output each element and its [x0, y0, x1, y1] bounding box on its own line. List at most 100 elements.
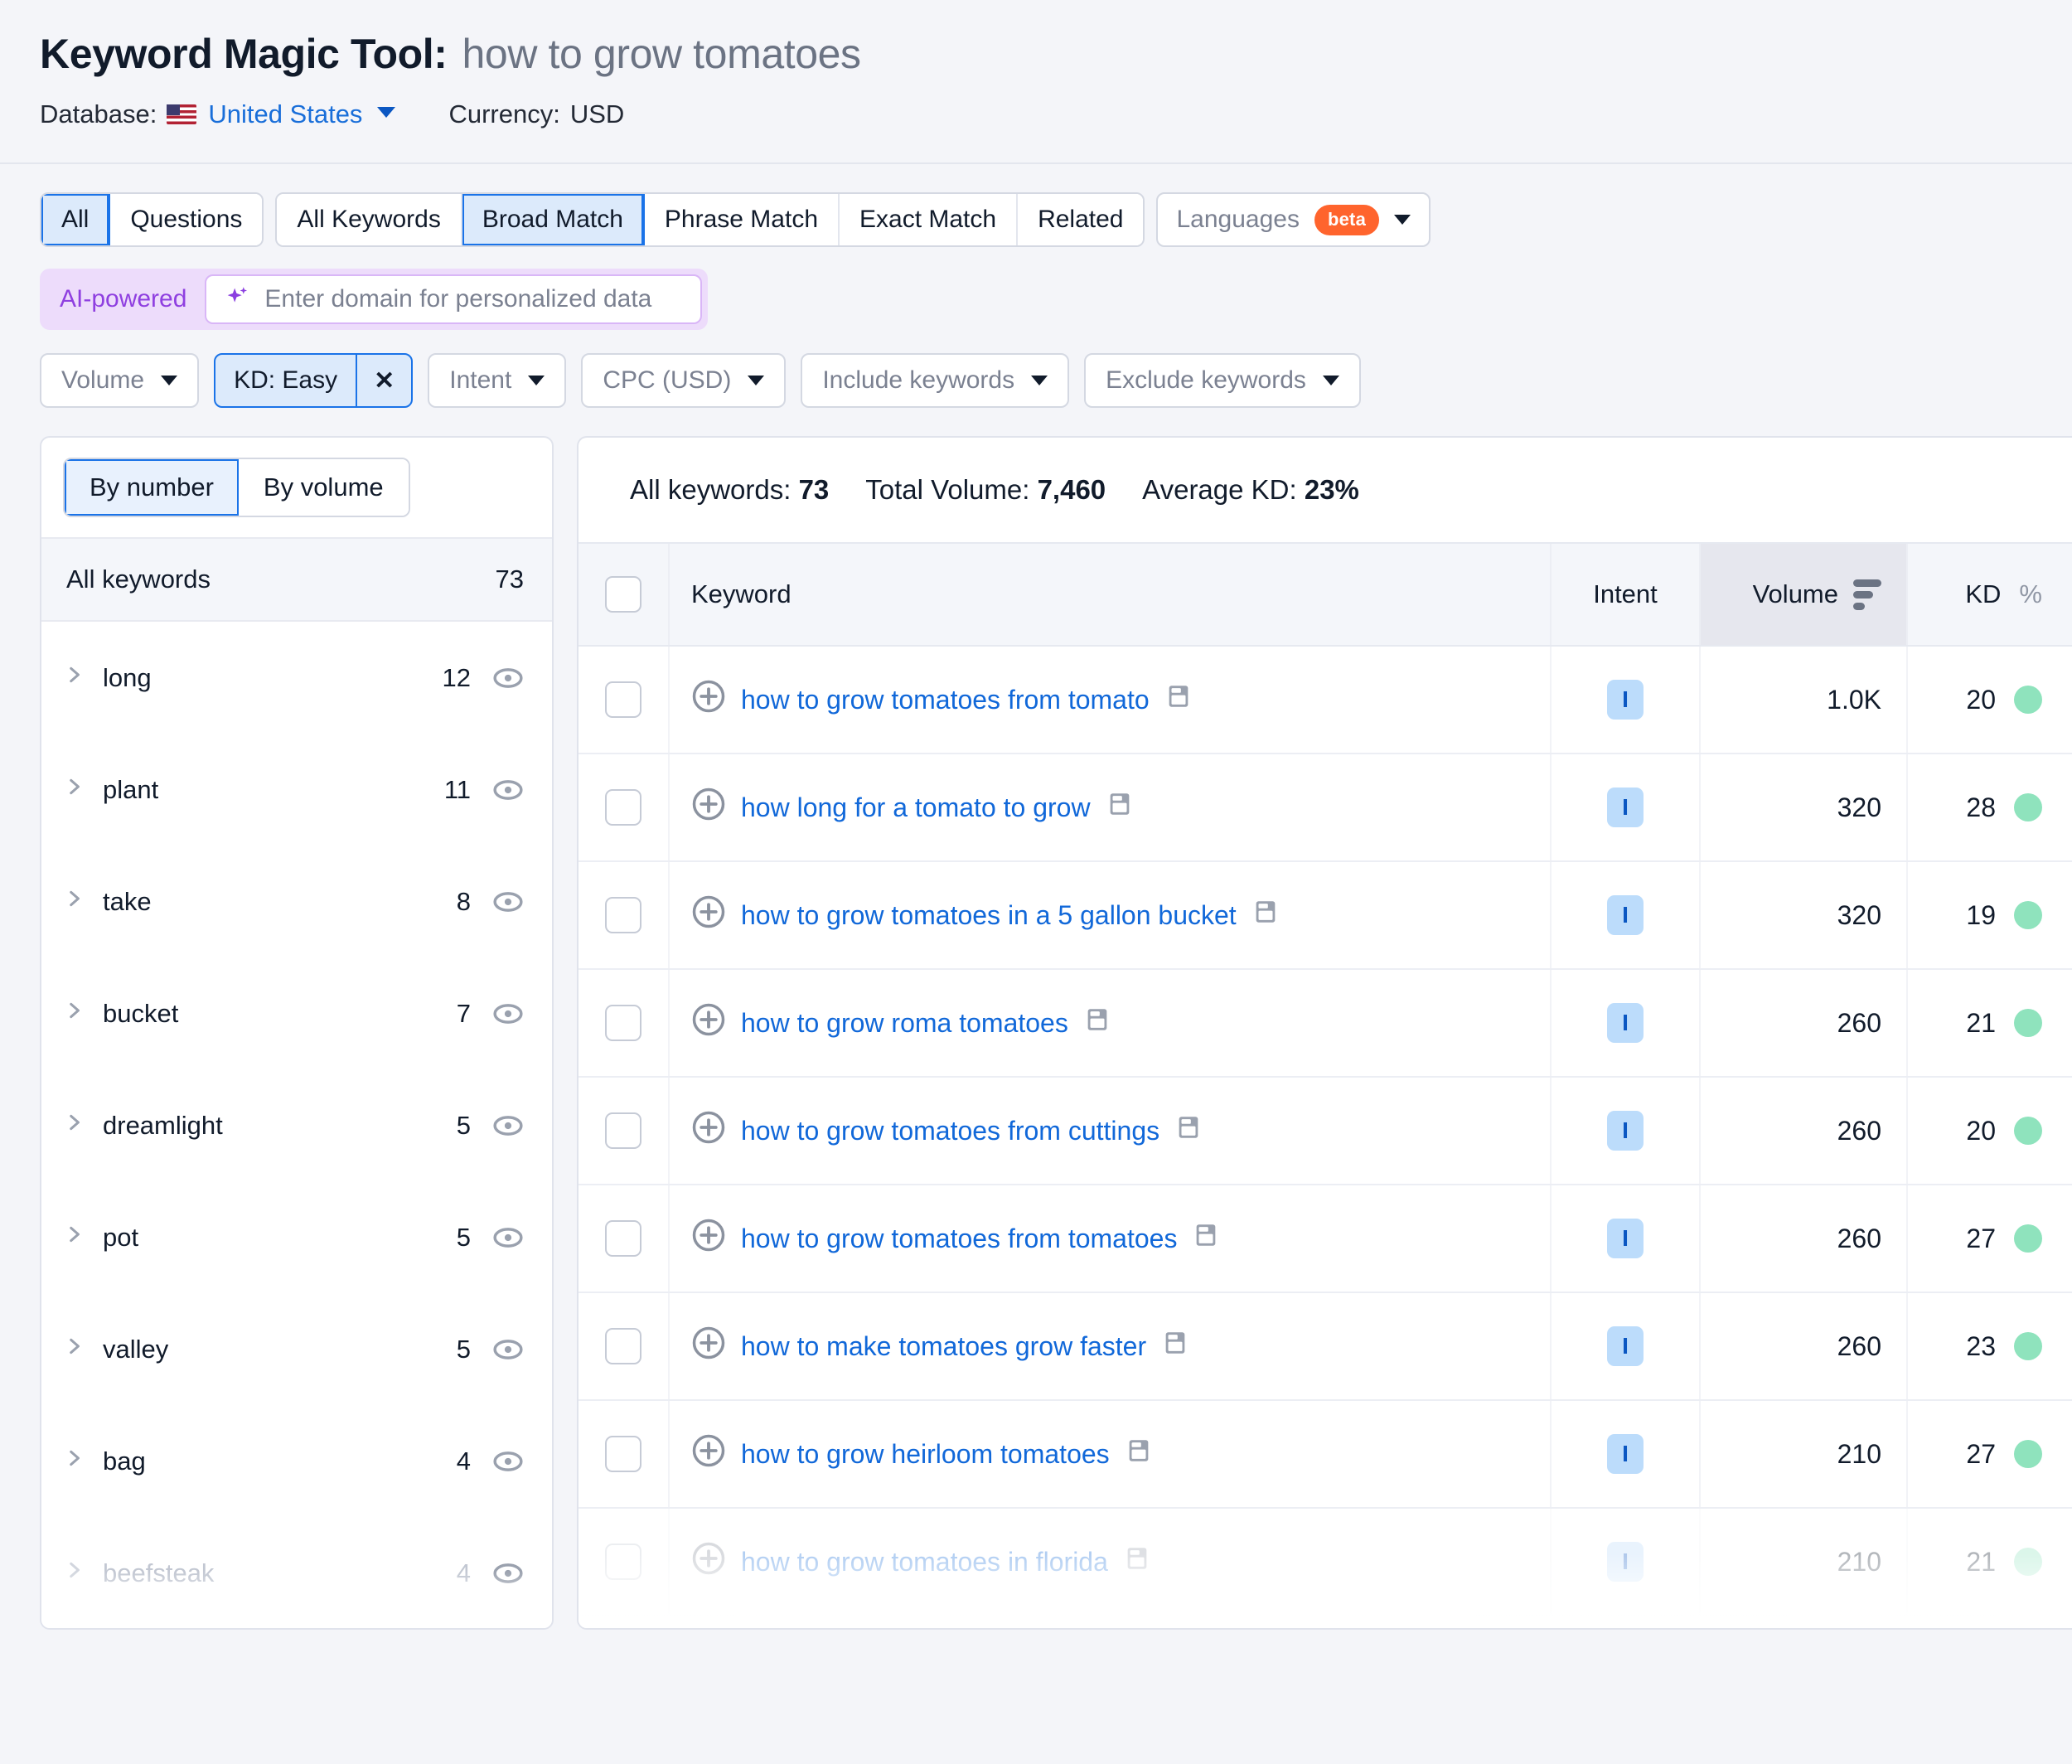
serp-features-icon[interactable]: [1161, 1329, 1189, 1364]
table-row[interactable]: how to make tomatoes grow faster I 260 23: [579, 1293, 2072, 1401]
keyword-link[interactable]: how to grow roma tomatoes: [741, 1008, 1068, 1039]
row-select-cell[interactable]: [579, 1436, 668, 1472]
table-row[interactable]: how to grow heirloom tomatoes I 210 27: [579, 1401, 2072, 1509]
eye-icon[interactable]: [492, 1222, 524, 1253]
intent-badge[interactable]: I: [1607, 1219, 1644, 1258]
keyword-link[interactable]: how to grow tomatoes from cuttings: [741, 1116, 1159, 1146]
table-row[interactable]: how to grow tomatoes in a 5 gallon bucke…: [579, 862, 2072, 970]
row-checkbox[interactable]: [605, 1544, 641, 1580]
keyword-link[interactable]: how to make tomatoes grow faster: [741, 1331, 1146, 1362]
keyword-link[interactable]: how to grow tomatoes in florida: [741, 1547, 1108, 1577]
intent-badge[interactable]: I: [1607, 1111, 1644, 1151]
eye-icon[interactable]: [492, 886, 524, 918]
tab-all-keywords[interactable]: All Keywords: [277, 194, 462, 245]
eye-icon[interactable]: [492, 1446, 524, 1477]
intent-badge[interactable]: I: [1607, 1434, 1644, 1474]
serp-features-icon[interactable]: [1174, 1113, 1203, 1148]
chevron-right-icon[interactable]: [63, 774, 96, 806]
chevron-right-icon[interactable]: [63, 1558, 96, 1589]
eye-icon[interactable]: [492, 662, 524, 694]
chevron-right-icon[interactable]: [63, 662, 96, 694]
add-keyword-icon[interactable]: [691, 894, 726, 936]
row-select-cell[interactable]: [579, 1005, 668, 1041]
row-select-cell[interactable]: [579, 789, 668, 826]
add-keyword-icon[interactable]: [691, 1218, 726, 1259]
sidebar-group-item[interactable]: valley 5: [41, 1293, 552, 1405]
sidebar-group-item[interactable]: bucket 7: [41, 957, 552, 1069]
keyword-link[interactable]: how to grow tomatoes in a 5 gallon bucke…: [741, 900, 1237, 931]
sidebar-group-item[interactable]: dreamlight 5: [41, 1069, 552, 1181]
table-row[interactable]: how long for a tomato to grow I 320 28: [579, 754, 2072, 862]
table-row[interactable]: how to grow roma tomatoes I 260 21: [579, 970, 2072, 1078]
table-row[interactable]: how to grow tomatoes from cuttings I 260 20: [579, 1078, 2072, 1185]
intent-badge[interactable]: I: [1607, 788, 1644, 827]
intent-badge[interactable]: I: [1607, 680, 1644, 720]
add-keyword-icon[interactable]: [691, 679, 726, 720]
languages-dropdown[interactable]: Languages beta: [1156, 192, 1431, 247]
intent-badge[interactable]: I: [1607, 1003, 1644, 1043]
serp-features-icon[interactable]: [1164, 682, 1193, 717]
column-header-keyword[interactable]: Keyword: [668, 544, 1550, 645]
row-checkbox[interactable]: [605, 1436, 641, 1472]
eye-icon[interactable]: [492, 998, 524, 1030]
add-keyword-icon[interactable]: [691, 1541, 726, 1582]
chevron-right-icon[interactable]: [63, 1334, 96, 1365]
tab-all[interactable]: All: [41, 194, 111, 245]
column-header-intent[interactable]: Intent: [1550, 544, 1699, 645]
serp-features-icon[interactable]: [1106, 790, 1134, 825]
row-checkbox[interactable]: [605, 1220, 641, 1257]
include-keywords-filter[interactable]: Include keywords: [801, 353, 1070, 408]
row-select-cell[interactable]: [579, 681, 668, 718]
sidebar-group-item[interactable]: take 8: [41, 846, 552, 957]
tab-phrase-match[interactable]: Phrase Match: [644, 194, 840, 245]
tab-exact-match[interactable]: Exact Match: [840, 194, 1019, 245]
row-select-cell[interactable]: [579, 1544, 668, 1580]
row-checkbox[interactable]: [605, 789, 641, 826]
table-row[interactable]: how to grow tomatoes from tomato I 1.0K 20: [579, 647, 2072, 754]
sort-descending-icon[interactable]: [1853, 579, 1881, 610]
eye-icon[interactable]: [492, 1334, 524, 1365]
sidebar-group-item[interactable]: plant 11: [41, 734, 552, 846]
intent-badge[interactable]: I: [1607, 1542, 1644, 1582]
add-keyword-icon[interactable]: [691, 787, 726, 828]
eye-icon[interactable]: [492, 1110, 524, 1141]
tab-questions[interactable]: Questions: [110, 194, 263, 245]
row-select-cell[interactable]: [579, 1220, 668, 1257]
row-checkbox[interactable]: [605, 1328, 641, 1364]
row-select-cell[interactable]: [579, 1112, 668, 1149]
row-checkbox[interactable]: [605, 897, 641, 933]
chevron-right-icon[interactable]: [63, 1110, 96, 1141]
eye-icon[interactable]: [492, 774, 524, 806]
sidebar-group-item[interactable]: bag 4: [41, 1405, 552, 1517]
serp-features-icon[interactable]: [1083, 1006, 1111, 1040]
exclude-keywords-filter[interactable]: Exclude keywords: [1084, 353, 1361, 408]
row-checkbox[interactable]: [605, 681, 641, 718]
add-keyword-icon[interactable]: [691, 1325, 726, 1367]
keyword-link[interactable]: how to grow tomatoes from tomatoes: [741, 1224, 1177, 1254]
sidebar-group-item[interactable]: pot 5: [41, 1181, 552, 1293]
chevron-right-icon[interactable]: [63, 1222, 96, 1253]
add-keyword-icon[interactable]: [691, 1002, 726, 1044]
chevron-right-icon[interactable]: [63, 886, 96, 918]
add-keyword-icon[interactable]: [691, 1433, 726, 1475]
volume-filter[interactable]: Volume: [40, 353, 200, 408]
row-select-cell[interactable]: [579, 897, 668, 933]
keyword-link[interactable]: how long for a tomato to grow: [741, 792, 1091, 823]
add-keyword-icon[interactable]: [691, 1110, 726, 1151]
table-row[interactable]: how to grow tomatoes from tomatoes I 260 27: [579, 1185, 2072, 1293]
tab-related[interactable]: Related: [1018, 194, 1144, 245]
row-checkbox[interactable]: [605, 1005, 641, 1041]
sidebar-all-keywords-row[interactable]: All keywords 73: [41, 537, 552, 622]
row-select-cell[interactable]: [579, 1328, 668, 1364]
serp-features-icon[interactable]: [1125, 1437, 1153, 1471]
table-row[interactable]: how to grow tomatoes in florida I 210 21: [579, 1509, 2072, 1616]
chevron-down-icon[interactable]: [377, 106, 396, 118]
keyword-link[interactable]: how to grow tomatoes from tomato: [741, 685, 1150, 715]
chevron-right-icon[interactable]: [63, 1446, 96, 1477]
row-checkbox[interactable]: [605, 1112, 641, 1149]
chevron-right-icon[interactable]: [63, 998, 96, 1030]
domain-input[interactable]: Enter domain for personalized data: [205, 274, 703, 324]
database-selector[interactable]: Database: United States: [40, 99, 396, 129]
serp-features-icon[interactable]: [1123, 1544, 1151, 1579]
intent-badge[interactable]: I: [1607, 1326, 1644, 1366]
